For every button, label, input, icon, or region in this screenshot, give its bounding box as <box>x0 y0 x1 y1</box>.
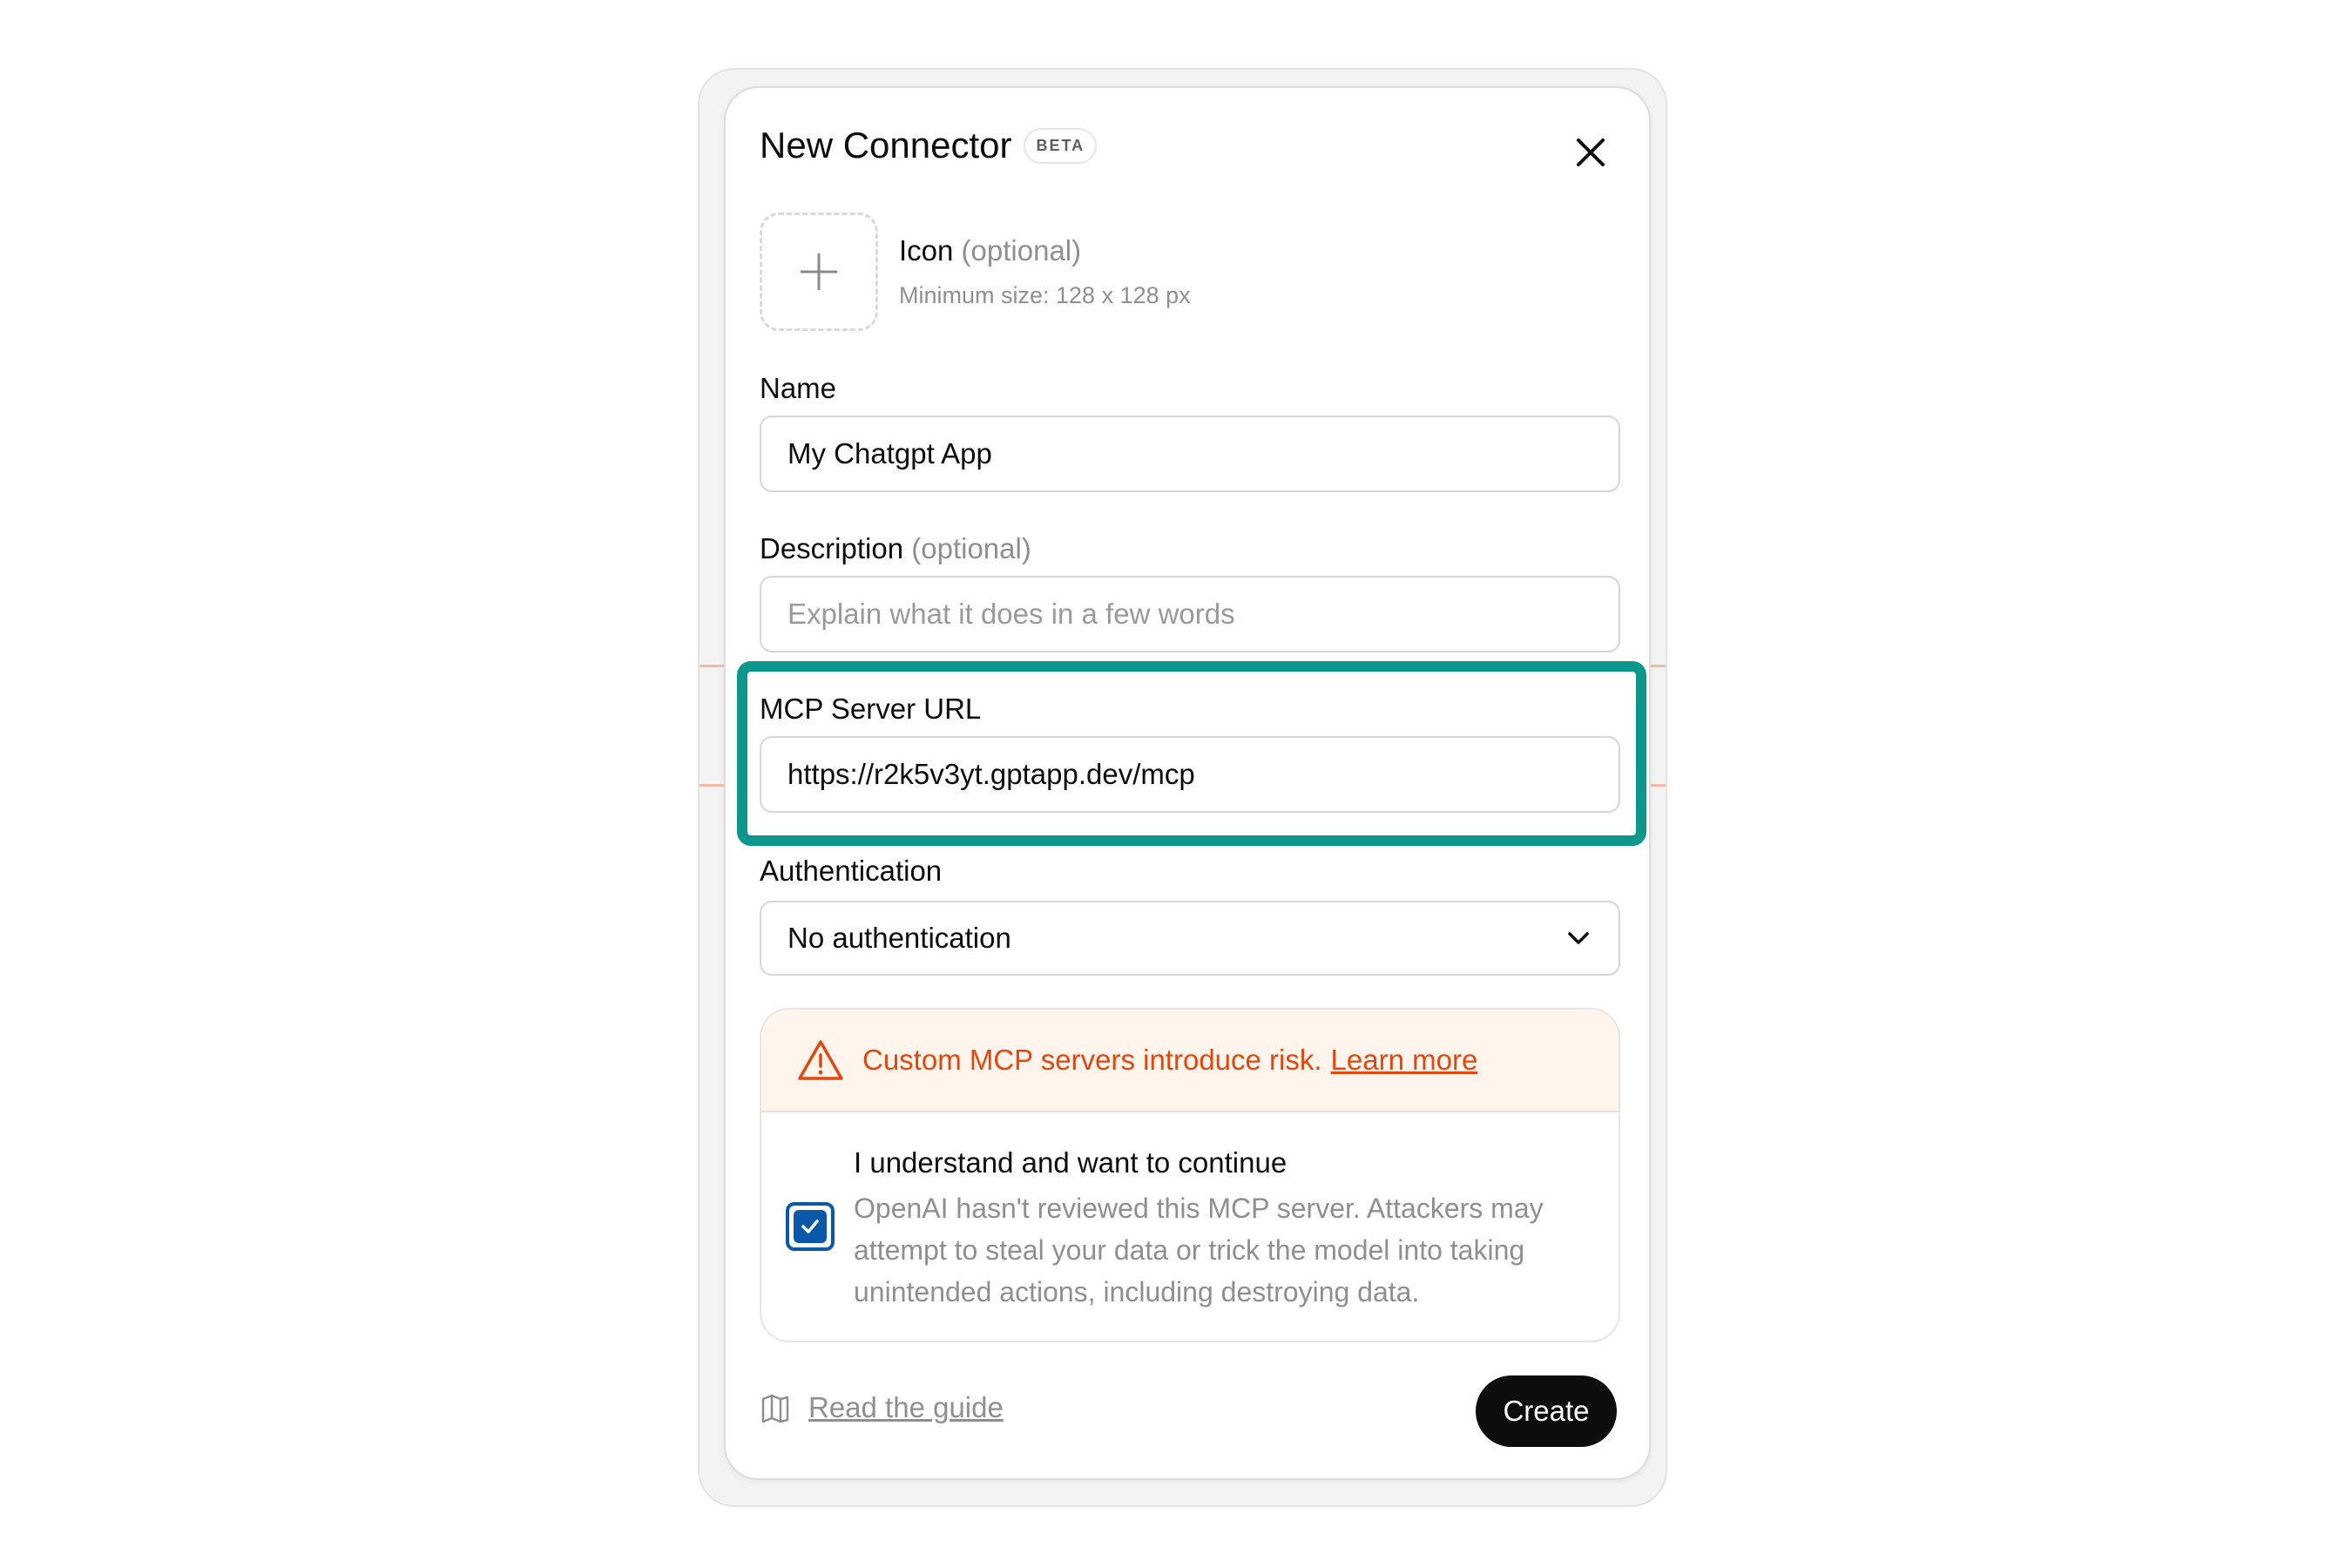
close-button[interactable] <box>1566 128 1615 177</box>
description-label: Description (optional) <box>760 532 1031 565</box>
book-icon <box>761 1394 789 1423</box>
optional-tag: (optional) <box>911 532 1031 564</box>
icon-upload-button[interactable] <box>760 213 878 331</box>
risk-message: Custom MCP servers introduce risk. <box>862 1044 1322 1076</box>
warning-icon <box>796 1038 845 1082</box>
dialog-title: New Connector <box>760 125 1012 166</box>
create-button[interactable]: Create <box>1476 1375 1617 1447</box>
authentication-label: Authentication <box>760 855 943 887</box>
authentication-select[interactable]: No authentication <box>760 901 1620 976</box>
close-icon <box>1577 139 1605 166</box>
read-guide-text: Read the guide <box>808 1391 1004 1423</box>
checkbox-fill <box>794 1210 827 1243</box>
plus-icon <box>801 253 837 290</box>
name-input[interactable] <box>760 416 1620 492</box>
new-connector-dialog: New Connector BETA Icon (optional) Minim… <box>724 86 1651 1480</box>
read-guide-link[interactable]: Read the guide <box>760 1391 1004 1424</box>
description-input[interactable] <box>760 576 1620 652</box>
icon-label-text: Icon <box>899 234 954 267</box>
dialog-header: New Connector BETA <box>760 125 1098 166</box>
authentication-value: No authentication <box>787 922 1011 954</box>
chevron-down-icon <box>1568 932 1589 944</box>
optional-tag: (optional) <box>961 234 1082 267</box>
risk-warning-box: Custom MCP servers introduce risk. Learn… <box>760 1008 1620 1342</box>
acknowledge-description: OpenAI hasn't reviewed this MCP server. … <box>854 1193 1544 1308</box>
name-label: Name <box>760 372 837 404</box>
description-label-text: Description <box>760 532 904 564</box>
mcp-url-label: MCP Server URL <box>760 693 982 725</box>
acknowledge-checkbox[interactable] <box>786 1202 835 1251</box>
acknowledge-title: I understand and want to continue <box>854 1146 1288 1179</box>
check-icon <box>801 1220 819 1233</box>
beta-badge: BETA <box>1024 127 1098 164</box>
learn-more-link[interactable]: Learn more <box>1331 1044 1478 1077</box>
risk-header: Custom MCP servers introduce risk. Learn… <box>761 1010 1619 1112</box>
icon-label: Icon (optional) <box>899 234 1081 267</box>
icon-size-hint: Minimum size: 128 x 128 px <box>899 282 1191 308</box>
mcp-url-input[interactable] <box>760 736 1620 813</box>
